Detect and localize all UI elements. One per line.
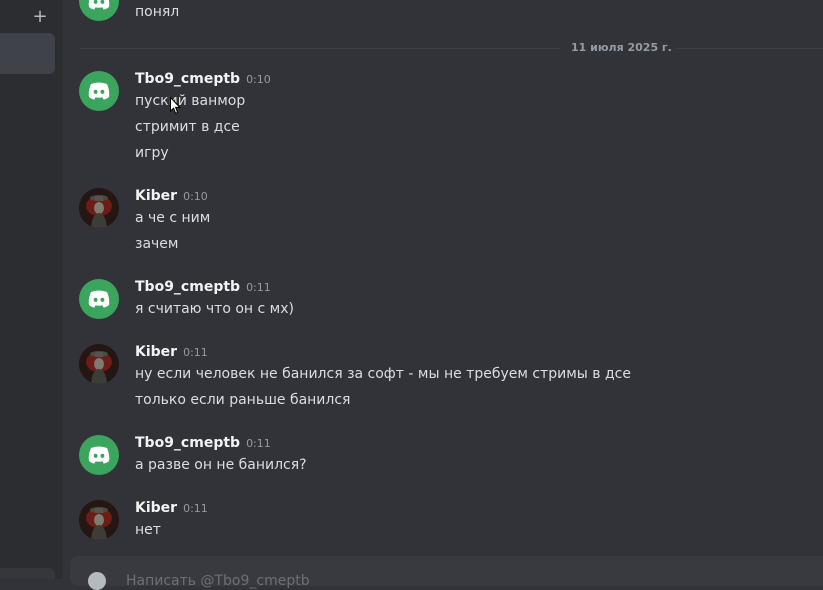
- user-avatar-image: [79, 344, 119, 384]
- user-avatar-image: [79, 188, 119, 228]
- message-header: Kiber 0:11: [135, 344, 208, 360]
- channel-sidebar: +: [0, 0, 62, 579]
- message-line: стримит в дсе: [135, 119, 240, 135]
- user-panel: [0, 568, 55, 579]
- message-line: а че с ним: [135, 210, 211, 226]
- timestamp[interactable]: 0:10: [246, 73, 271, 86]
- username[interactable]: Kiber: [135, 188, 177, 204]
- message-line: я считаю что он с мх): [135, 301, 294, 317]
- date-divider-line: [662, 48, 823, 49]
- selected-dm-item[interactable]: [0, 33, 55, 74]
- discord-logo-icon: [88, 446, 110, 464]
- username[interactable]: Kiber: [135, 344, 177, 360]
- discord-logo-icon: [88, 82, 110, 100]
- avatar[interactable]: [79, 71, 119, 111]
- mouse-cursor-icon: [170, 97, 181, 114]
- username[interactable]: Tbo9_cmeptb: [135, 71, 240, 87]
- message-line: зачем: [135, 236, 179, 252]
- avatar[interactable]: [79, 500, 119, 540]
- username[interactable]: Tbo9_cmeptb: [135, 279, 240, 295]
- avatar[interactable]: [79, 344, 119, 384]
- message-composer[interactable]: Написать @Tbo9_cmeptb: [70, 556, 823, 590]
- message-input-placeholder[interactable]: Написать @Tbo9_cmeptb: [126, 573, 310, 589]
- add-dm-button[interactable]: +: [30, 6, 50, 28]
- message-line: а разве он не банился?: [135, 457, 307, 473]
- timestamp[interactable]: 0:11: [246, 281, 271, 294]
- username[interactable]: Tbo9_cmeptb: [135, 435, 240, 451]
- message-line: пуский ванмор: [135, 93, 246, 109]
- message-line: понял: [135, 4, 180, 20]
- message-header: Tbo9_cmeptb 0:11: [135, 279, 271, 295]
- chat-area: понял 11 июля 2025 г. Tbo9_cmeptb 0:10 пу…: [62, 0, 823, 590]
- date-divider-line: [80, 48, 560, 49]
- avatar[interactable]: [79, 0, 119, 21]
- date-divider: 11 июля 2025 г.: [567, 41, 676, 54]
- message-line: только если раньше банился: [135, 392, 351, 408]
- message-header: Kiber 0:11: [135, 500, 208, 516]
- timestamp[interactable]: 0:10: [183, 190, 208, 203]
- message-line: ну если человек не банился за софт - мы …: [135, 366, 631, 382]
- message-header: Tbo9_cmeptb 0:10: [135, 71, 271, 87]
- user-avatar-image: [79, 500, 119, 540]
- timestamp[interactable]: 0:11: [183, 346, 208, 359]
- message-header: Tbo9_cmeptb 0:11: [135, 435, 271, 451]
- avatar[interactable]: [79, 435, 119, 475]
- message-line: игру: [135, 145, 169, 161]
- avatar[interactable]: [79, 279, 119, 319]
- username[interactable]: Kiber: [135, 500, 177, 516]
- avatar[interactable]: [79, 188, 119, 228]
- message-header: Kiber 0:10: [135, 188, 208, 204]
- discord-logo-icon: [88, 290, 110, 308]
- timestamp[interactable]: 0:11: [183, 502, 208, 515]
- message-line: нет: [135, 522, 161, 538]
- timestamp[interactable]: 0:11: [246, 437, 271, 450]
- attach-plus-icon[interactable]: [88, 572, 106, 590]
- discord-logo-icon: [88, 0, 110, 10]
